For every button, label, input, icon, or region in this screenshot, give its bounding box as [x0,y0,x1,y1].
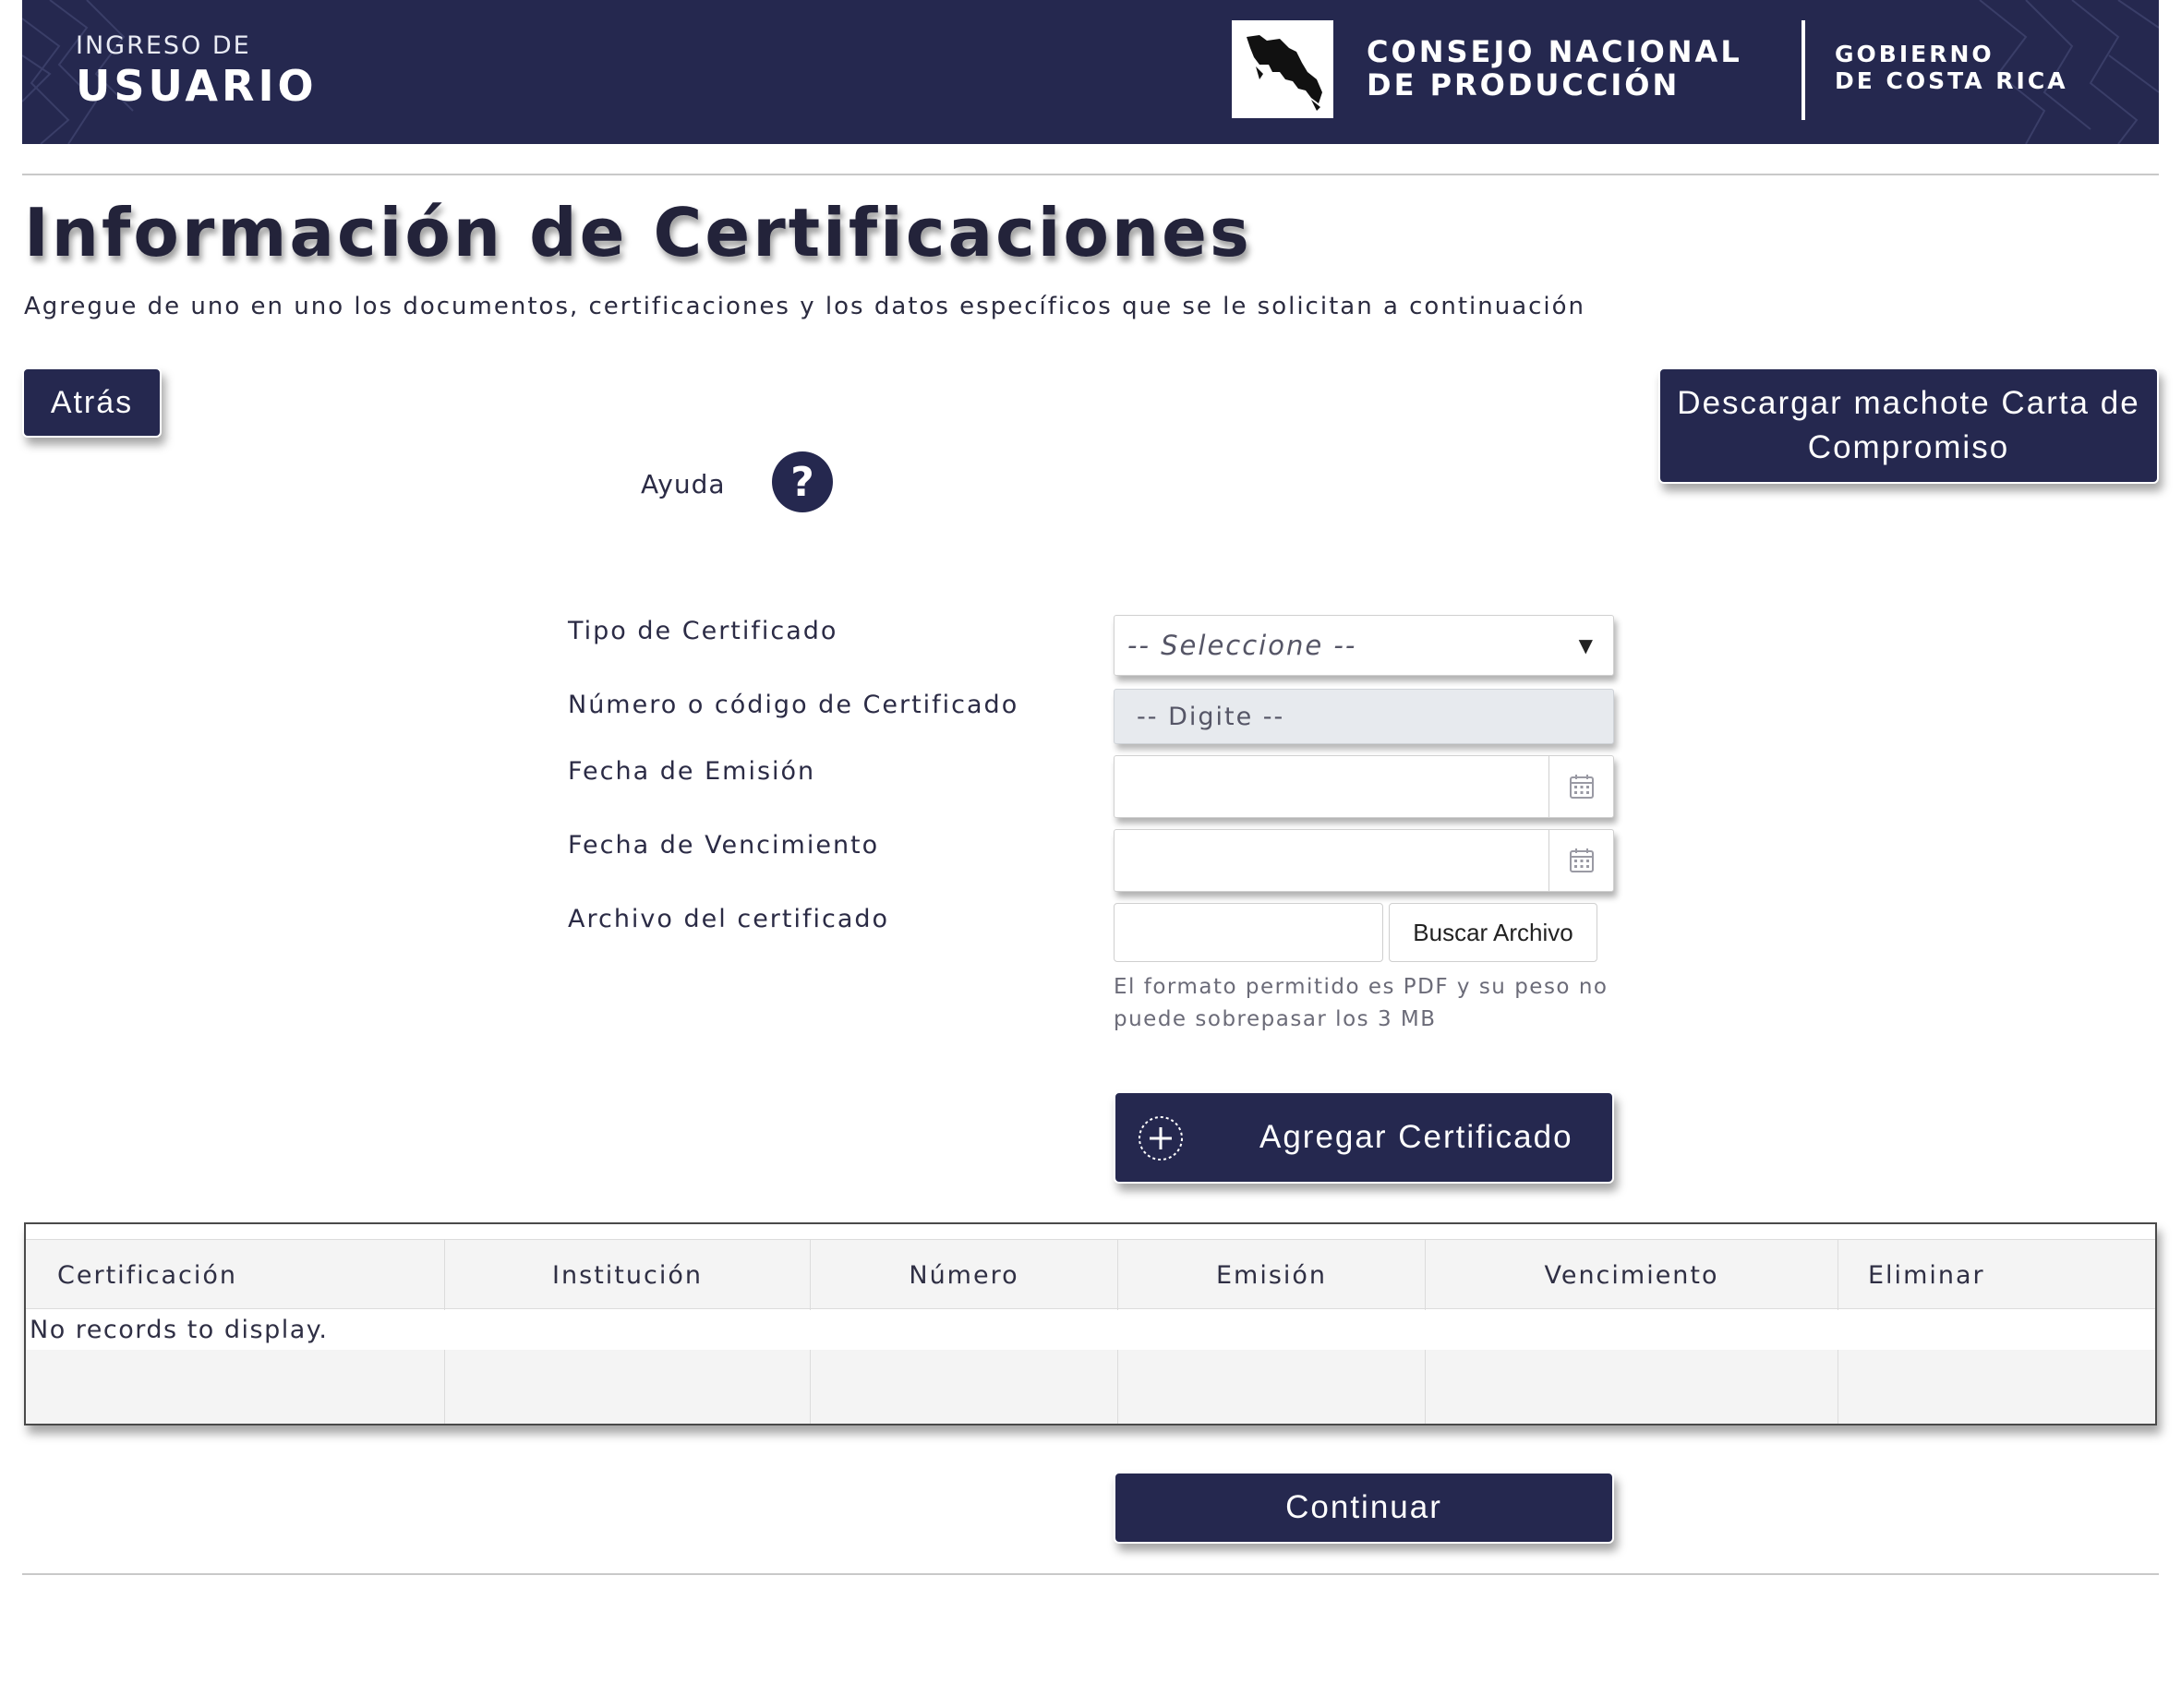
column-header-eliminar[interactable]: Eliminar [1838,1240,2155,1310]
certificate-number-label: Número o código de Certificado [568,691,1019,719]
calendar-icon [1569,775,1594,799]
header-divider [1801,20,1805,120]
issue-date-calendar-button[interactable] [1548,756,1613,817]
file-format-hint: El formato permitido es PDF y su peso no… [1114,975,1609,1031]
certificate-file-input[interactable] [1114,903,1383,962]
column-header-vencimiento[interactable]: Vencimiento [1426,1240,1838,1310]
add-certificate-label: Agregar Certificado [1259,1119,1573,1155]
footer-cell [1118,1350,1426,1424]
footer-cell [1426,1350,1838,1424]
table-header: Certificación Institución Número Emisión… [26,1239,2155,1310]
back-button[interactable]: Atrás [22,367,162,438]
browse-file-button[interactable]: Buscar Archivo [1389,903,1597,962]
issue-date-input[interactable] [1114,755,1614,818]
column-header-emision[interactable]: Emisión [1118,1240,1426,1310]
footer-cell [811,1350,1118,1424]
certificate-number-input[interactable]: -- Digite -- [1114,689,1614,744]
column-header-numero[interactable]: Número [811,1240,1118,1310]
table-footer [26,1350,2155,1424]
expiry-date-label: Fecha de Vencimiento [568,831,880,860]
certificate-type-select[interactable]: -- Seleccione -- ▼ [1114,615,1614,676]
caret-down-icon: ▼ [1578,634,1595,656]
certificates-table: Certificación Institución Número Emisión… [24,1222,2157,1425]
issue-date-label: Fecha de Emisión [568,757,816,786]
empty-table-message: No records to display. [30,1315,329,1344]
header-banner: INGRESO DE USUARIO CONSEJO NACIONAL DE P… [22,0,2159,144]
plus-circle-icon [1136,1113,1186,1163]
government-name: GOBIERNO DE COSTA RICA [1835,41,2068,94]
help-question-icon[interactable]: ? [772,451,833,512]
page-subtitle: Agregue de uno en uno los documentos, ce… [24,293,1586,320]
help-label: Ayuda [641,469,726,499]
continue-button[interactable]: Continuar [1114,1472,1614,1544]
add-certificate-button[interactable]: Agregar Certificado [1114,1091,1614,1184]
footer-cell [26,1350,445,1424]
expiry-date-input[interactable] [1114,829,1614,892]
certificate-type-value: -- Seleccione -- [1127,630,1357,661]
login-heading: USUARIO [76,61,318,111]
calendar-icon [1569,848,1594,872]
top-divider [22,174,2159,175]
certificate-file-label: Archivo del certificado [568,905,890,933]
download-template-button[interactable]: Descargar machote Carta de Compromiso [1658,367,2159,484]
org-name-line1: CONSEJO NACIONAL [1367,34,1742,69]
org-name: CONSEJO NACIONAL DE PRODUCCIÓN [1367,35,1742,102]
expiry-date-calendar-button[interactable] [1548,830,1613,891]
page-title: Información de Certificaciones [24,194,1252,271]
bottom-divider [22,1573,2159,1575]
column-header-certificacion[interactable]: Certificación [26,1240,445,1310]
certificate-type-label: Tipo de Certificado [568,617,838,645]
government-line2: DE COSTA RICA [1835,67,2068,94]
costa-rica-map-logo-icon [1232,20,1333,118]
login-caption: INGRESO DE [76,31,251,60]
org-name-line2: DE PRODUCCIÓN [1367,67,1681,102]
footer-cell [445,1350,811,1424]
column-header-institucion[interactable]: Institución [445,1240,811,1310]
government-line1: GOBIERNO [1835,41,1994,67]
